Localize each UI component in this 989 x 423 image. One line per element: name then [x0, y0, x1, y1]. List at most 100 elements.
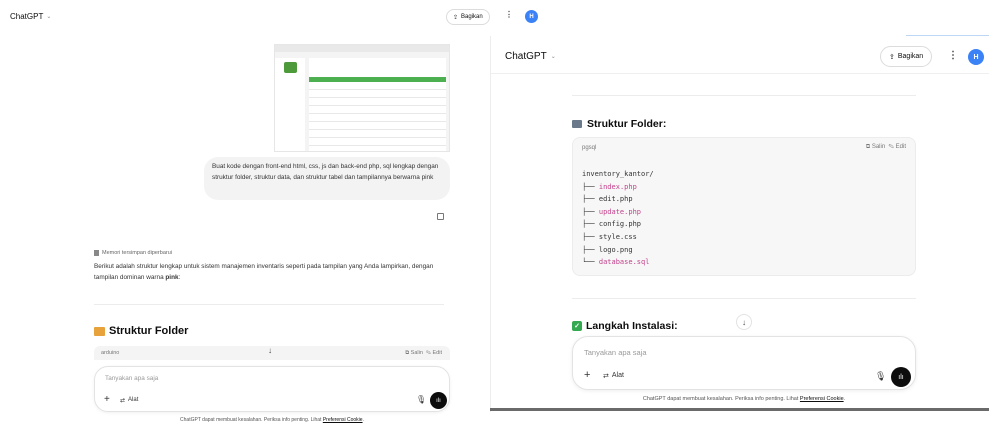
right-heading-text: Struktur Folder:	[587, 118, 667, 130]
divider	[94, 304, 444, 305]
code-file-ext: .php	[624, 207, 642, 216]
voice-mode-icon[interactable]: ılı	[891, 367, 911, 387]
right-chat-composer[interactable]: Tanyakan apa saja + ⇄ Alat 🎙 ılı	[572, 336, 916, 390]
code-file-name: config	[598, 220, 625, 229]
voice-mode-icon[interactable]: ılı	[430, 392, 447, 409]
right-bottom-bar	[490, 408, 989, 411]
code-file-name: database	[598, 258, 633, 267]
left-composer-placeholder[interactable]: Tanyakan apa saja	[105, 375, 158, 382]
code-line: ├── style.css	[582, 231, 654, 244]
left-chat-composer[interactable]: Tanyakan apa saja + ⇄ Alat 🎙 ılı	[94, 366, 450, 412]
right-code-tools: ⧉ Salin ✎ Edit	[866, 144, 906, 151]
folder-emoji-icon	[572, 120, 582, 128]
copy-icon[interactable]: ⧉	[405, 350, 409, 356]
code-file-name: index	[598, 182, 620, 191]
code-file-ext: .php	[615, 195, 633, 204]
memory-icon	[94, 250, 99, 256]
right-app-title[interactable]: ChatGPT ⌄	[505, 51, 556, 62]
right-tools-button[interactable]: ⇄ Alat	[603, 372, 624, 380]
left-tools-button[interactable]: ⇄ Alat	[120, 397, 138, 404]
answer-end: :	[178, 273, 181, 281]
divider	[572, 298, 916, 299]
left-heading-text: Struktur Folder	[109, 325, 189, 337]
code-prefix: ├──	[582, 182, 599, 191]
divider	[572, 95, 916, 96]
right-model-name[interactable]: ChatGPT	[505, 51, 547, 62]
code-prefix: ├──	[582, 232, 599, 241]
code-line: ├── update.php	[582, 206, 654, 219]
right-code-block: pgsql ⧉ Salin ✎ Edit inventory_kantor/ ├─…	[572, 137, 916, 276]
right-top-accent-line	[906, 35, 989, 36]
copy-icon[interactable]	[437, 213, 444, 220]
left-code-lang: arduino	[101, 350, 120, 356]
right-copy-button[interactable]: Salin	[872, 144, 885, 150]
code-file-name: edit	[598, 195, 616, 204]
left-app-title[interactable]: ChatGPT ⌄	[10, 12, 51, 21]
sliders-icon: ⇄	[120, 398, 126, 404]
edit-icon[interactable]: ✎	[426, 350, 431, 356]
assistant-answer: Berikut adalah struktur lengkap untuk si…	[94, 262, 444, 283]
code-file-ext: .css	[619, 232, 637, 241]
code-prefix: ├──	[582, 245, 599, 254]
right-footer-end: .	[843, 396, 846, 402]
left-section-heading: Struktur Folder	[94, 325, 188, 337]
edit-icon[interactable]: ✎	[889, 144, 894, 150]
code-file-ext: .php	[624, 220, 642, 229]
left-footer: ChatGPT dapat membuat kesalahan. Periksa…	[94, 417, 450, 423]
right-share-button[interactable]: ⇪ Bagikan	[880, 46, 933, 67]
right-footer-text: ChatGPT dapat membuat kesalahan. Periksa…	[642, 396, 800, 402]
arrow-down-icon[interactable]: ↓	[268, 346, 272, 355]
code-line: └── database.sql	[582, 256, 654, 269]
plus-icon[interactable]: +	[584, 369, 590, 381]
chevron-down-icon: ⌄	[550, 54, 556, 60]
share-icon: ⇪	[889, 53, 895, 61]
right-edit-button[interactable]: Edit	[896, 144, 906, 150]
left-code-block-header: arduino ⧉ Salin ✎ Edit	[94, 346, 450, 360]
microphone-icon[interactable]: 🎙	[875, 371, 886, 382]
left-copy-button[interactable]: Salin	[411, 350, 423, 356]
left-footer-end: .	[362, 417, 364, 423]
code-prefix: ├──	[582, 207, 599, 216]
left-model-name[interactable]: ChatGPT	[10, 12, 43, 21]
code-file-ext: .sql	[632, 258, 650, 267]
left-share-button[interactable]: ⇪ Bagikan	[446, 9, 490, 25]
code-line: inventory_kantor/	[582, 168, 654, 181]
code-file-ext: .php	[619, 182, 637, 191]
code-line: ├── index.php	[582, 181, 654, 194]
microphone-icon[interactable]: 🎙	[416, 395, 426, 404]
copy-icon[interactable]: ⧉	[866, 144, 870, 150]
left-edit-button[interactable]: Edit	[433, 350, 442, 356]
right-heading2-text: Langkah Instalasi:	[586, 320, 678, 332]
code-prefix: inventory_kantor/	[582, 170, 654, 178]
arrow-down-icon[interactable]: ↓	[736, 314, 752, 330]
share-icon: ⇪	[453, 14, 459, 21]
sliders-icon: ⇄	[603, 373, 609, 380]
folder-emoji-icon	[94, 326, 105, 336]
left-code-tools: ⧉ Salin ✎ Edit	[405, 350, 442, 357]
code-file-name: style	[598, 232, 620, 241]
right-footer: ChatGPT dapat membuat kesalahan. Periksa…	[572, 396, 916, 402]
code-file-ext: .png	[615, 245, 633, 254]
left-tools-label: Alat	[128, 397, 139, 403]
code-file-name: update	[598, 207, 625, 216]
chevron-down-icon: ⌄	[46, 14, 52, 20]
right-section-heading-2: ✓ Langkah Instalasi:	[572, 320, 678, 332]
more-options-icon[interactable]: ⋮	[948, 50, 958, 61]
check-emoji-icon: ✓	[572, 321, 582, 331]
code-file-name: logo	[598, 245, 616, 254]
right-cookie-link[interactable]: Preferensi Cookie	[800, 396, 844, 402]
left-avatar[interactable]: H	[525, 10, 538, 23]
more-options-icon[interactable]: ⋮	[505, 10, 513, 19]
code-line: ├── config.php	[582, 218, 654, 231]
right-avatar[interactable]: H	[968, 49, 984, 65]
right-composer-placeholder[interactable]: Tanyakan apa saja	[584, 348, 647, 357]
left-cookie-link[interactable]: Preferensi Cookie	[323, 417, 363, 423]
left-footer-text: ChatGPT dapat membuat kesalahan. Periksa…	[180, 417, 323, 423]
memory-note: Memori tersimpan diperbarui	[94, 250, 172, 256]
plus-icon[interactable]: +	[104, 394, 110, 405]
answer-text: Berikut adalah struktur lengkap untuk si…	[94, 263, 434, 281]
code-prefix: └──	[582, 258, 599, 267]
memory-note-text: Memori tersimpan diperbarui	[102, 250, 172, 256]
right-section-heading: Struktur Folder:	[572, 118, 666, 130]
attached-screenshot-image[interactable]	[274, 44, 450, 152]
